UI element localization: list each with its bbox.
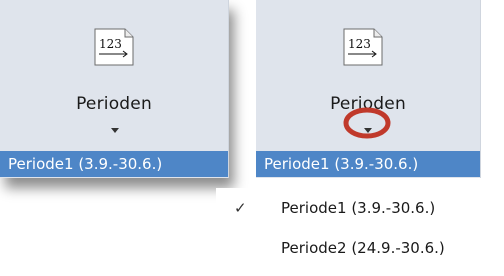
checkmark-icon (234, 230, 250, 266)
perioden-group-left: 123 Perioden Periode1 (3.9.-30.6.) (0, 0, 229, 178)
menu-item-label: Periode2 (24.9.-30.6.) (281, 239, 445, 257)
screenshot-stage: 123 Perioden Periode1 (3.9.-30.6.) 123 P… (0, 0, 504, 276)
perioden-group-right: 123 Perioden Periode1 (3.9.-30.6.) (256, 0, 481, 178)
selected-period[interactable]: Periode1 (3.9.-30.6.) (0, 151, 228, 177)
number-sequence-icon: 123 (94, 28, 134, 66)
dropdown-arrow-icon[interactable] (364, 128, 372, 133)
menu-item-periode1[interactable]: ✓ Periode1 (3.9.-30.6.) (216, 190, 504, 226)
perioden-label[interactable]: Perioden (256, 94, 480, 114)
selected-period[interactable]: Periode1 (3.9.-30.6.) (256, 151, 480, 177)
menu-item-periode2[interactable]: Periode2 (24.9.-30.6.) (216, 230, 504, 266)
checkmark-icon: ✓ (234, 199, 247, 217)
period-dropdown-menu: ✓ Periode1 (3.9.-30.6.) Periode2 (24.9.-… (216, 188, 504, 276)
perioden-label[interactable]: Perioden (0, 94, 228, 114)
number-sequence-icon: 123 (343, 28, 383, 66)
dropdown-arrow-icon[interactable] (111, 128, 119, 133)
menu-item-label: Periode1 (3.9.-30.6.) (281, 199, 436, 217)
icon-text: 123 (99, 37, 122, 51)
icon-text: 123 (348, 37, 371, 51)
